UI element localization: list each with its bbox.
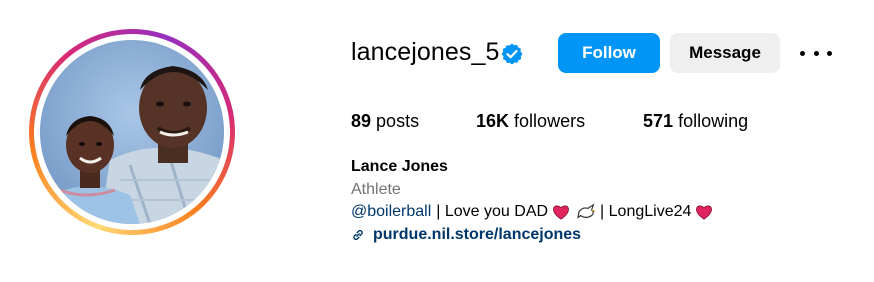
heart-emoji-icon xyxy=(696,205,713,220)
followers-stat[interactable]: 16K followers xyxy=(476,111,585,132)
verified-badge-icon xyxy=(501,43,523,65)
following-label: following xyxy=(678,111,749,131)
display-name: Lance Jones xyxy=(351,158,448,175)
bio: @boilerball | Love you DAD | LongLive24 xyxy=(351,203,717,221)
avatar-image xyxy=(40,40,224,224)
followers-count: 16K xyxy=(476,111,510,131)
heart-emoji-icon xyxy=(553,205,569,220)
more-options-icon[interactable] xyxy=(800,42,832,64)
follow-button[interactable]: Follow xyxy=(558,33,660,73)
followers-label: followers xyxy=(514,111,586,131)
avatar-photo xyxy=(40,40,224,224)
dove-emoji-icon xyxy=(577,203,596,219)
following-count: 571 xyxy=(643,111,674,131)
profile-avatar[interactable] xyxy=(29,29,235,235)
following-stat[interactable]: 571 following xyxy=(643,111,748,132)
posts-stat: 89 posts xyxy=(351,111,419,132)
external-link[interactable]: purdue.nil.store/lancejones xyxy=(351,226,581,244)
link-icon xyxy=(353,229,363,241)
bio-text-2: | LongLive24 xyxy=(600,203,692,220)
category-label: Athlete xyxy=(351,181,401,198)
posts-label: posts xyxy=(376,111,420,131)
bio-mention-link[interactable]: @boilerball xyxy=(351,203,431,221)
external-link-text[interactable]: purdue.nil.store/lancejones xyxy=(373,226,581,244)
posts-count: 89 xyxy=(351,111,372,131)
bio-text: | Love you DAD xyxy=(436,203,549,220)
username: lancejones_5 xyxy=(351,38,500,66)
message-button[interactable]: Message xyxy=(670,33,780,73)
